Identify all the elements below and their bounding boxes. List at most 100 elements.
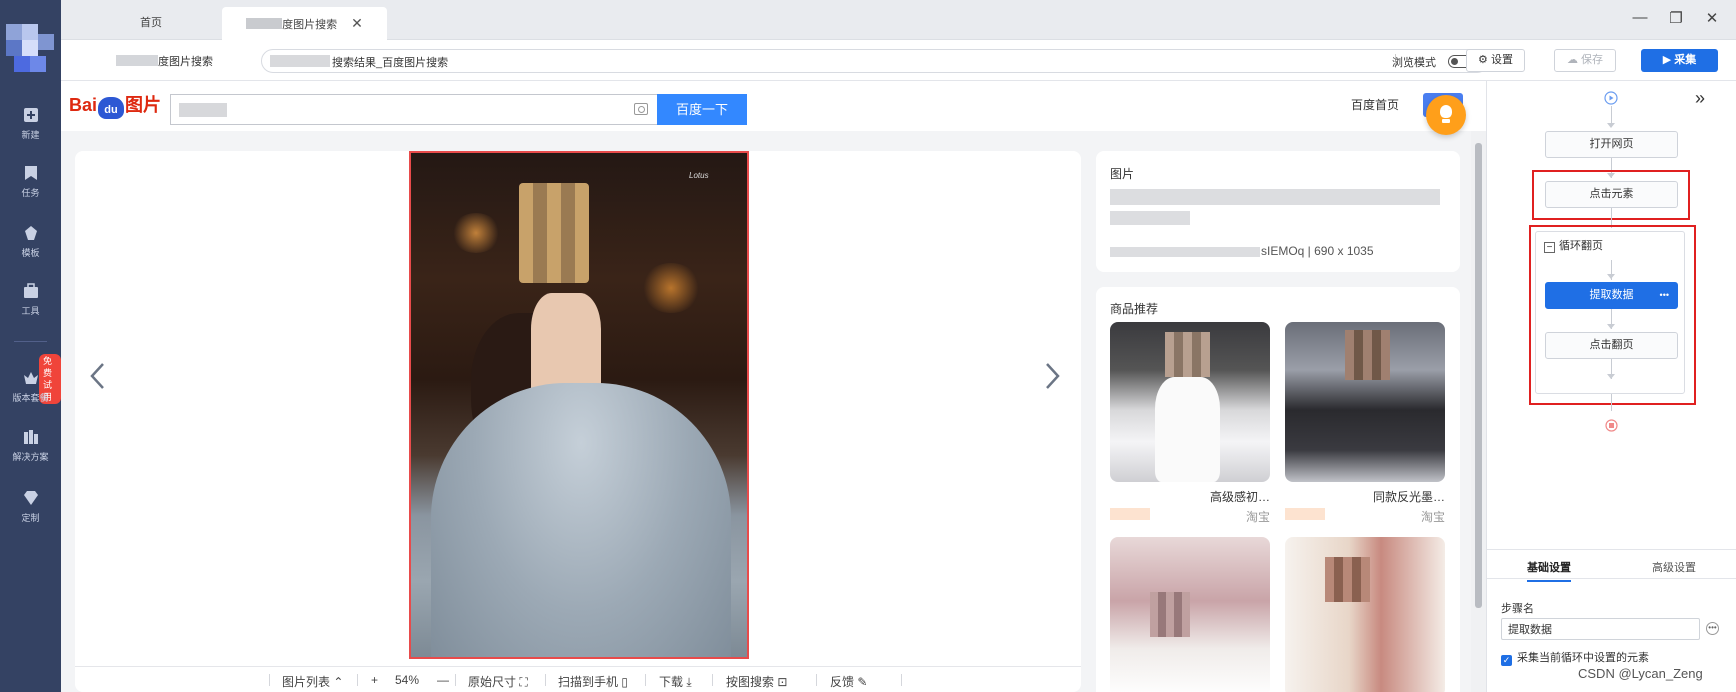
minimize-icon[interactable]: — [1630, 9, 1650, 26]
resize-icon: ⛶ [519, 675, 528, 689]
product-source: 淘宝 [1245, 510, 1270, 524]
photo-watermark: Lotus [689, 171, 709, 180]
next-arrow-icon[interactable] [1041, 361, 1063, 391]
zoom-in-button[interactable]: + [371, 673, 378, 687]
toolbar-label: 扫描到手机 [558, 675, 619, 689]
feedback-button[interactable]: 反馈 ✎ [830, 673, 867, 690]
toolbar-label: 下载 [659, 675, 684, 689]
download-button[interactable]: 下载 ⤓ [659, 673, 692, 690]
tab-label: 度图片搜索 [282, 19, 338, 31]
blurred-price [1285, 508, 1325, 520]
prev-arrow-icon[interactable] [87, 361, 109, 391]
flow-node-open-page[interactable]: 打开网页 [1545, 131, 1678, 158]
toolbar-label: 原始尺寸 [468, 675, 517, 689]
product-image [1285, 537, 1445, 692]
sidebar-item-solutions[interactable]: 解决方案 [0, 428, 61, 463]
product-name: 高级感初… [1209, 490, 1270, 504]
settings-button[interactable]: ⚙ 设置 [1466, 49, 1525, 72]
step-name-input[interactable] [1501, 618, 1700, 640]
image-list-button[interactable]: 图片列表 ⌃ [282, 673, 343, 690]
plus-square-icon [23, 108, 38, 122]
scrollbar-thumb[interactable] [1475, 143, 1482, 608]
camera-icon[interactable] [634, 103, 648, 115]
tab-advanced-settings[interactable]: 高级设置 [1652, 559, 1696, 575]
collect-loop-elements-checkbox[interactable]: ✓ 采集当前循环中设置的元素 [1501, 649, 1649, 666]
sidebar-item-plans[interactable]: 版本套餐 [0, 369, 61, 404]
divider [645, 674, 646, 686]
divider [816, 674, 817, 686]
url-bar[interactable]: 搜索结果_百度图片搜索 浏览模式 [261, 49, 1489, 73]
lightbulb-icon[interactable] [1426, 95, 1466, 135]
sidebar-item-templates[interactable]: 模板 [0, 224, 61, 259]
sidebar-item-new[interactable]: 新建 [0, 106, 61, 141]
settings-label: 设置 [1490, 54, 1513, 66]
logo-bai: Bai [69, 95, 98, 115]
sidebar-item-label: 定制 [21, 513, 40, 523]
scan-to-phone-button[interactable]: 扫描到手机 ▯ [558, 673, 628, 690]
baidu-logo[interactable]: Bai du 图片 [69, 91, 161, 119]
product-item[interactable] [1285, 537, 1445, 692]
divider [901, 674, 902, 686]
sidebar-item-label: 模板 [21, 248, 40, 258]
save-button[interactable]: ☁ 保存 [1554, 49, 1616, 72]
viewer-toolbar: 图片列表 ⌃ + 54% — 原始尺寸 ⛶ 扫描到手机 ▯ 下载 ⤓ 按图搜索 … [75, 666, 1081, 692]
restore-icon[interactable]: ❐ [1666, 9, 1686, 27]
flow-connector [1611, 394, 1612, 411]
app-logo [6, 24, 56, 84]
page-scrollbar[interactable] [1471, 131, 1486, 692]
sidebar-item-tasks[interactable]: 任务 [0, 164, 61, 199]
blurred-text [1110, 189, 1440, 205]
sidebar-item-custom[interactable]: 定制 [0, 489, 61, 524]
collect-button[interactable]: ▶ 采集 [1641, 49, 1718, 72]
photo-dress [431, 383, 731, 657]
image-info-card: 图片 sIEMOq | 690 x 1035 [1096, 151, 1460, 272]
tab-home[interactable]: 首页 [111, 7, 191, 40]
more-options-icon[interactable]: ••• [1706, 622, 1719, 635]
sidebar-item-label: 工具 [21, 306, 40, 316]
settings-tabs: 基础设置 高级设置 [1487, 549, 1736, 582]
collect-label: 采集 [1674, 54, 1697, 66]
product-image [1285, 322, 1445, 482]
product-image [1110, 537, 1270, 692]
baidu-home-link[interactable]: 百度首页 [1351, 96, 1399, 113]
collapse-panel-icon[interactable]: » [1695, 88, 1705, 109]
zoom-out-button[interactable]: — [437, 673, 449, 687]
toolbar-label: 反馈 [830, 675, 855, 689]
highlight-frame [1529, 225, 1696, 405]
left-sidebar: 新建 任务 模板 工具 免费试用 版本套餐 解决方案 定制 [0, 0, 61, 692]
tab-baidu-image-search[interactable]: 度图片搜索 ✕ [222, 7, 387, 40]
sidebar-divider [14, 341, 47, 342]
search-by-image-button[interactable]: 按图搜索 ⊡ [726, 673, 787, 690]
feedback-icon: ✎ [857, 675, 868, 689]
product-item[interactable]: 同款反光墨… 淘宝 [1285, 322, 1445, 524]
blurred-price [1110, 508, 1150, 520]
sidebar-item-label: 新建 [21, 130, 40, 140]
diamond-icon [23, 491, 38, 505]
tab-basic-settings[interactable]: 基础设置 [1527, 559, 1571, 582]
original-size-button[interactable]: 原始尺寸 ⛶ [468, 673, 528, 690]
blurred-query [179, 103, 227, 117]
step-name-label: 步骤名 [1501, 603, 1534, 615]
phone-icon: ▯ [621, 675, 628, 689]
product-item[interactable] [1110, 537, 1270, 692]
columns-icon [23, 430, 38, 444]
sidebar-item-tools[interactable]: 工具 [0, 282, 61, 317]
end-icon [1605, 419, 1618, 432]
workflow-panel: » 打开网页 点击元素 − 循环翻页 提取数据 ••• 点击翻页 基础设置 高级设… [1486, 81, 1736, 692]
flow-arrow [1607, 123, 1615, 128]
baidu-search-button[interactable]: 百度一下 [657, 94, 747, 125]
main-photo[interactable]: Lotus [409, 151, 749, 659]
blurred-text [270, 55, 330, 67]
sidebar-item-label: 解决方案 [12, 452, 49, 462]
close-icon[interactable]: ✕ [351, 15, 363, 31]
page-title-text: 度图片搜索 [158, 56, 213, 68]
image-search-icon: ⊡ [777, 675, 788, 689]
checkbox-label: 采集当前循环中设置的元素 [1517, 652, 1649, 664]
divider [545, 674, 546, 686]
divider [712, 674, 713, 686]
baidu-search-input[interactable] [170, 94, 658, 125]
toolbox-icon [23, 283, 38, 298]
product-item[interactable]: 高级感初… 淘宝 [1110, 322, 1270, 524]
bokeh-light [641, 263, 701, 313]
window-close-icon[interactable]: ✕ [1702, 9, 1722, 27]
